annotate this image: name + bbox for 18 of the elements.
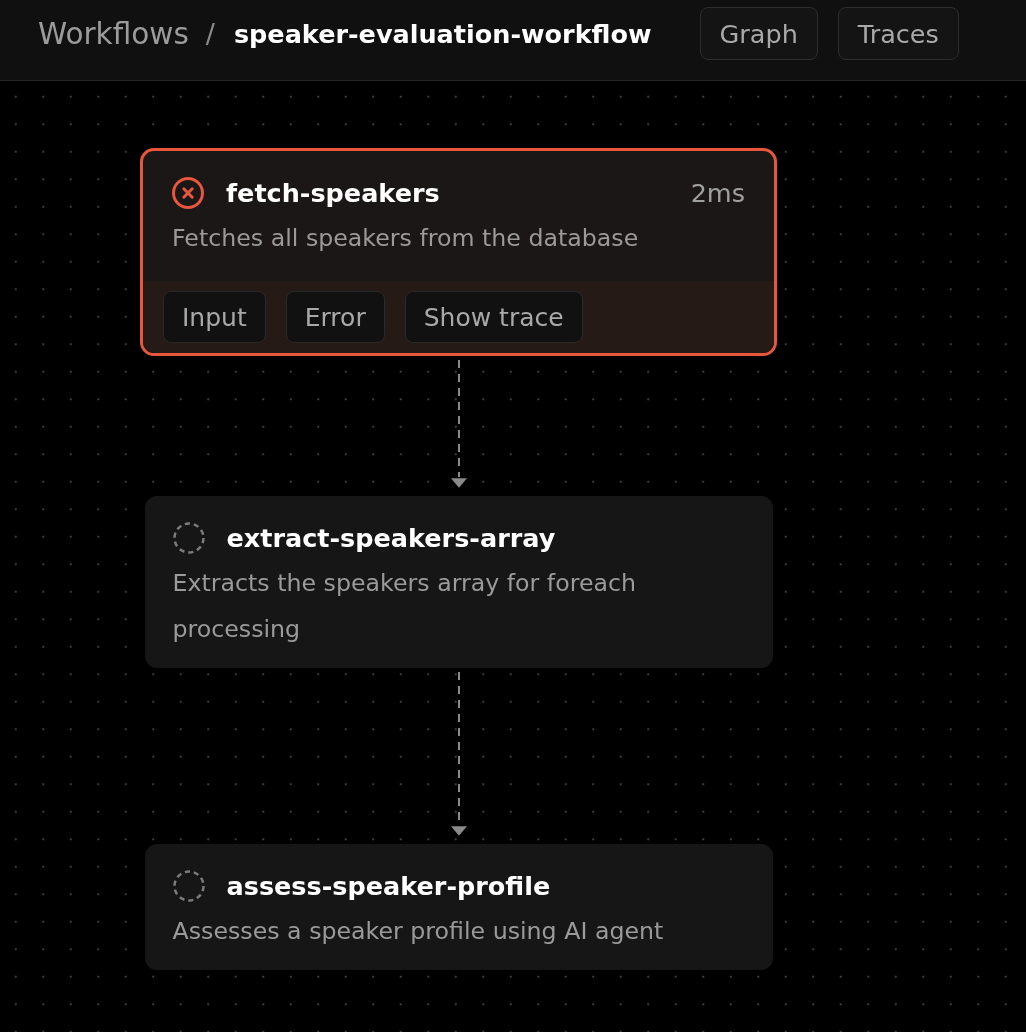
step-description: Fetches all speakers from the database <box>172 223 640 254</box>
step-node[interactable]: assess-speaker-profile Assesses a speaker profile using AI agent <box>144 844 773 970</box>
step-description: Assesses a speaker profile using AI agent <box>172 916 665 947</box>
workflow-title: speaker-evaluation-workflow <box>233 18 652 49</box>
step-duration: 2ms <box>690 178 745 208</box>
action-button[interactable]: Input <box>163 291 266 343</box>
breadcrumb-separator: / <box>205 18 215 49</box>
breadcrumb-link[interactable]: Workflows <box>38 16 189 51</box>
action-button[interactable]: Show trace <box>404 291 583 343</box>
step-name: fetch-speakers <box>226 178 440 208</box>
step-name: extract-speakers-array <box>226 523 556 553</box>
action-button[interactable]: Error <box>285 291 385 343</box>
step-node[interactable]: fetch-speakers 2ms Fetches all speakers from the database Input Error Show trace <box>140 148 777 356</box>
step-name: assess-speaker-profile <box>226 871 551 901</box>
view-button[interactable]: Traces <box>837 7 959 60</box>
step-description: Extracts the speakers array for foreach processing <box>172 568 638 645</box>
view-button[interactable]: Graph <box>699 7 818 60</box>
step-node[interactable]: extract-speakers-array Extracts the speakers array for foreach processing <box>144 496 773 668</box>
